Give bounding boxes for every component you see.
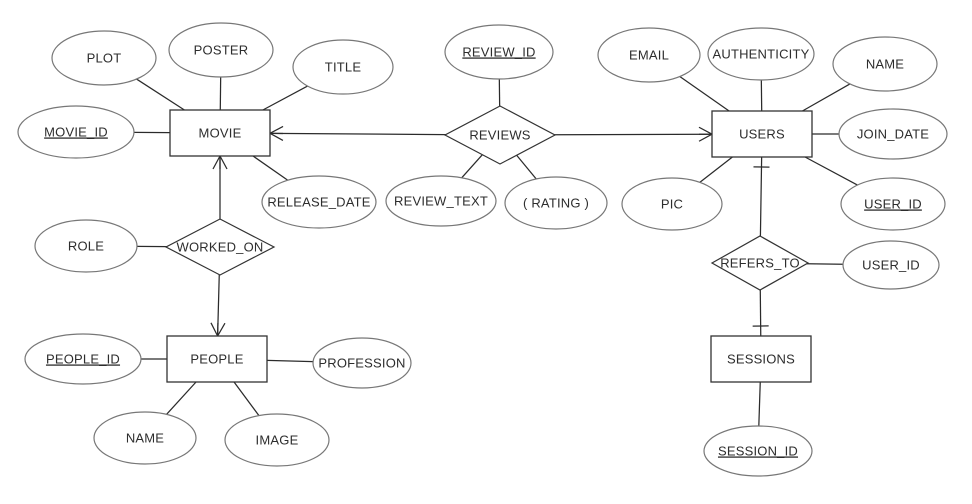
attribute-label-pic: PIC — [661, 196, 683, 211]
entity-label-movie: MOVIE — [199, 125, 242, 140]
attribute-edge-name_people — [166, 381, 197, 415]
attribute-label-user_id_pk: USER_ID — [864, 196, 922, 211]
relationship-label-worked_on: WORKED_ON — [176, 239, 263, 254]
attribute-label-role: ROLE — [68, 238, 104, 253]
attribute-label-join_date: JOIN_DATE — [857, 126, 929, 141]
attribute-edge-user_id_pk — [804, 156, 858, 186]
attribute-edge-review_text — [461, 154, 483, 179]
attribute-edge-plot — [136, 78, 185, 111]
attribute-label-review_text: REVIEW_TEXT — [394, 193, 488, 208]
attribute-edge-name_users — [802, 83, 851, 112]
attribute-edge-title — [262, 85, 308, 111]
relationship-edge-users-refers_to — [759, 156, 763, 237]
attribute-label-movie_id: MOVIE_ID — [44, 124, 108, 139]
entity-label-users: USERS — [739, 126, 785, 141]
attribute-edge-email — [679, 76, 730, 112]
relationship-label-refers_to: REFERS_TO — [720, 255, 800, 270]
entity-label-sessions: SESSIONS — [727, 351, 795, 366]
attribute-label-email: EMAIL — [629, 47, 669, 62]
attribute-label-rating: ( RATING ) — [523, 195, 589, 210]
er-diagram-canvas: PLOT POSTER TITLE MOVIE_ID RELEASE_DATE REVIE… — [0, 0, 972, 504]
attribute-label-user_id_fk: USER_ID — [862, 257, 920, 272]
attribute-label-session_id: SESSION_ID — [718, 443, 798, 458]
crowfoot-users-reviews — [698, 126, 713, 142]
attribute-label-name_users: NAME — [866, 56, 904, 71]
entity-label-people: PEOPLE — [190, 351, 243, 366]
attribute-label-name_people: NAME — [126, 430, 164, 445]
relationship-edge-reviews-users — [554, 133, 713, 136]
attribute-label-image: IMAGE — [256, 432, 299, 447]
relationship-label-reviews: REVIEWS — [469, 127, 530, 142]
attribute-label-release_date: RELEASE_DATE — [267, 194, 370, 209]
attribute-label-plot: PLOT — [87, 50, 122, 65]
attribute-edge-user_id_fk — [806, 263, 844, 265]
crowfoot-movie-reviews — [269, 125, 284, 141]
attribute-edge-session_id — [758, 381, 761, 427]
attribute-label-authenticity: AUTHENTICITY — [712, 46, 809, 61]
er-diagram-svg: PLOT POSTER TITLE MOVIE_ID RELEASE_DATE REVIE… — [17, 22, 948, 477]
attribute-edge-rating — [516, 154, 537, 180]
attribute-edge-profession — [266, 359, 314, 363]
attribute-label-title: TITLE — [325, 59, 362, 74]
attribute-edge-release_date — [252, 155, 289, 181]
attribute-label-review_id: REVIEW_ID — [462, 44, 535, 59]
attribute-label-poster: POSTER — [194, 42, 249, 57]
attribute-label-people_id: PEOPLE_ID — [46, 351, 120, 366]
shape-layer — [17, 22, 948, 477]
relationship-edge-movie-reviews — [269, 132, 446, 136]
attribute-label-profession: PROFESSION — [318, 355, 405, 370]
attribute-edge-image — [233, 381, 260, 416]
crowfoot-people-worked_on — [210, 322, 226, 337]
crowfoot-movie-worked_on — [212, 155, 228, 170]
attribute-edge-pic — [699, 156, 733, 183]
